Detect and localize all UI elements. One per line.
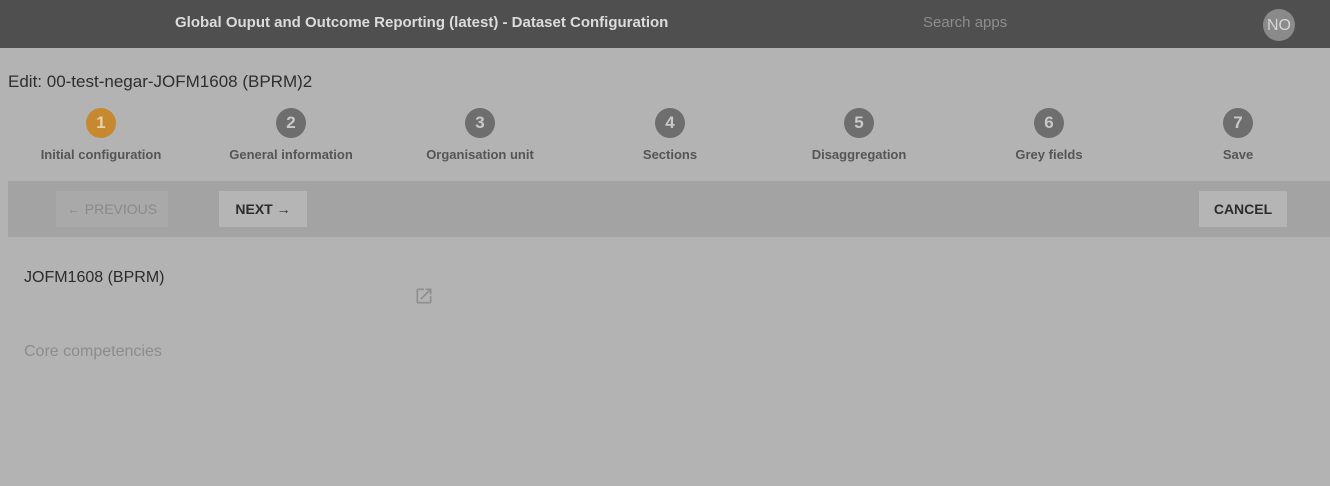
step-number: 1 — [86, 108, 116, 138]
step-number: 2 — [276, 108, 306, 138]
user-avatar[interactable]: NO — [1263, 9, 1295, 41]
open-in-new-icon[interactable] — [414, 286, 434, 306]
step-number: 4 — [655, 108, 685, 138]
step-number: 6 — [1034, 108, 1064, 138]
core-competencies-field[interactable]: Core competencies — [24, 343, 162, 361]
search-apps-input[interactable] — [923, 14, 1163, 31]
step-label: General information — [229, 147, 353, 162]
step-organisation-unit[interactable]: 3 Organisation unit — [405, 108, 555, 162]
wizard-toolbar: ← PREVIOUS NEXT → CANCEL — [8, 181, 1330, 237]
step-disaggregation[interactable]: 5 Disaggregation — [784, 108, 934, 162]
app-header: Global Ouput and Outcome Reporting (late… — [0, 0, 1330, 48]
step-label: Initial configuration — [40, 147, 162, 162]
step-label: Save — [1222, 147, 1254, 162]
page-title: Edit: 00-test-negar-JOFM1608 (BPRM)2 — [8, 72, 313, 91]
step-initial-configuration[interactable]: 1 Initial configuration — [26, 108, 176, 162]
step-label: Sections — [642, 147, 698, 162]
step-label: Grey fields — [1015, 147, 1083, 162]
selected-dataset-value[interactable]: JOFM1608 (BPRM) — [24, 269, 164, 287]
next-button[interactable]: NEXT → — [219, 191, 307, 227]
step-label: Disaggregation — [811, 147, 907, 162]
step-general-information[interactable]: 2 General information — [216, 108, 366, 162]
step-number: 5 — [844, 108, 874, 138]
step-label: Organisation unit — [426, 147, 534, 162]
step-sections[interactable]: 4 Sections — [595, 108, 745, 162]
step-save[interactable]: 7 Save — [1163, 108, 1313, 162]
step-grey-fields[interactable]: 6 Grey fields — [974, 108, 1124, 162]
previous-button[interactable]: ← PREVIOUS — [56, 191, 168, 227]
cancel-button[interactable]: CANCEL — [1199, 191, 1287, 227]
step-number: 7 — [1223, 108, 1253, 138]
step-number: 3 — [465, 108, 495, 138]
app-title: Global Ouput and Outcome Reporting (late… — [175, 14, 669, 31]
